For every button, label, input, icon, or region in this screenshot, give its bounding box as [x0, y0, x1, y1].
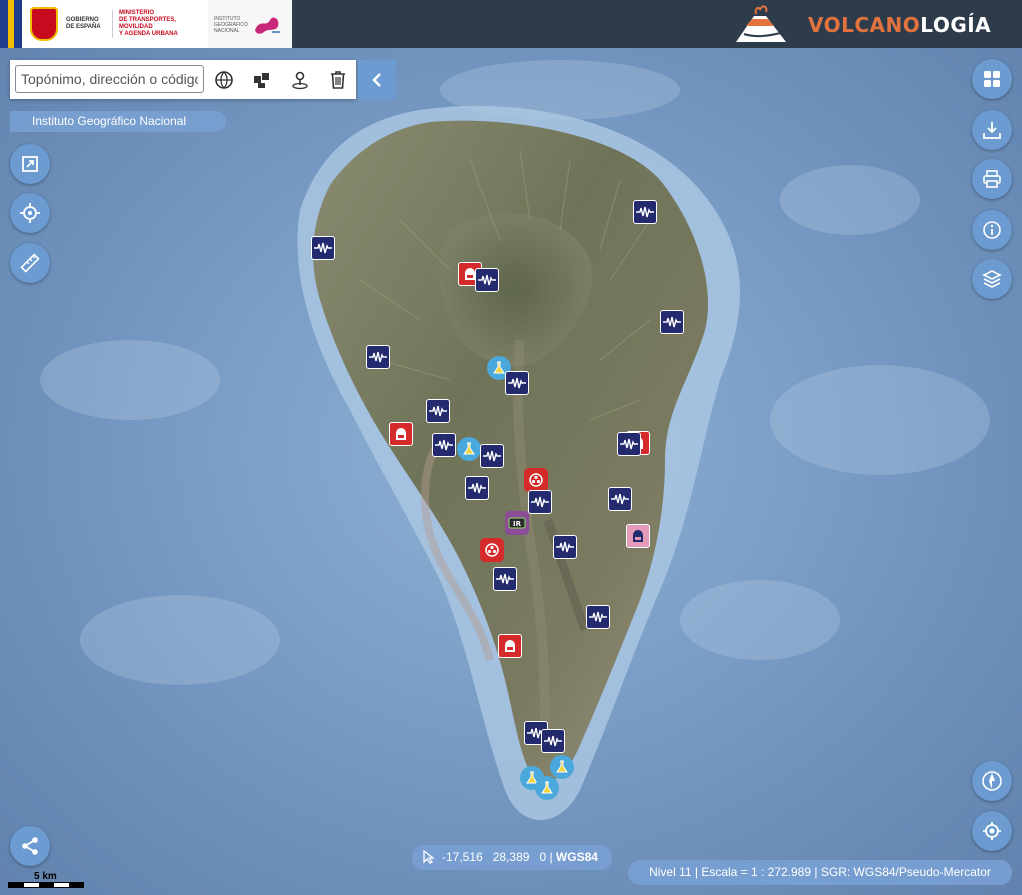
map-basemap[interactable]	[0, 0, 1022, 895]
map-view[interactable]: IR	[0, 0, 1022, 895]
header-bar: GOBIERNO DE ESPAÑA MINISTERIO DE TRANSPO…	[0, 0, 1022, 48]
print-button[interactable]	[972, 159, 1012, 199]
gas-station-marker[interactable]	[524, 468, 548, 492]
svg-text:IR: IR	[513, 520, 522, 528]
share-icon	[22, 837, 38, 855]
info-icon	[983, 221, 1001, 239]
target-icon	[983, 822, 1001, 840]
cadastre-button[interactable]	[248, 66, 276, 94]
grid-icon	[984, 71, 1000, 87]
spain-coat-of-arms-icon	[30, 7, 58, 41]
longitude-value: -17,516	[442, 850, 483, 864]
seismic-station-marker[interactable]	[617, 432, 641, 456]
locate-icon	[20, 203, 40, 223]
info-button[interactable]	[972, 210, 1012, 250]
seismic-station-marker[interactable]	[493, 567, 517, 591]
layers-icon	[982, 270, 1002, 288]
lab-sample-marker[interactable]	[550, 755, 574, 779]
attribution-label: Instituto Geográfico Nacional	[10, 111, 226, 132]
gas-station-marker[interactable]	[480, 538, 504, 562]
gov-label: GOBIERNO DE ESPAÑA	[66, 17, 106, 31]
seismic-station-marker[interactable]	[432, 433, 456, 457]
lab-sample-marker[interactable]	[457, 437, 481, 461]
seismic-station-marker[interactable]	[633, 200, 657, 224]
geolocation-button[interactable]	[972, 811, 1012, 851]
srs-value: WGS84	[555, 850, 598, 864]
gps-station-marker[interactable]	[389, 422, 413, 446]
seismic-station-marker[interactable]	[465, 476, 489, 500]
volcano-logo-icon[interactable]	[730, 2, 790, 46]
latitude-value: 28,389	[492, 850, 530, 864]
search-panel	[10, 60, 356, 99]
gov-line-1: GOBIERNO	[66, 17, 99, 23]
fullscreen-icon	[22, 156, 38, 172]
eu-flag-icon	[0, 0, 22, 48]
app-title: VOLCANOLOGÍA	[808, 13, 991, 37]
seismic-station-marker[interactable]	[426, 399, 450, 423]
search-input[interactable]	[15, 65, 204, 93]
chevron-left-icon	[372, 72, 381, 87]
scale-bar-graphic	[8, 882, 84, 888]
seismic-station-marker[interactable]	[553, 535, 577, 559]
layers-button[interactable]	[972, 259, 1012, 299]
cadastre-icon	[254, 73, 269, 88]
seismic-station-marker[interactable]	[475, 268, 499, 292]
cursor-coordinates: -17,516 28,389 0 | WGS84	[412, 845, 612, 870]
scale-info: Nivel 11 | Escala = 1 : 272.989 | SGR: W…	[628, 860, 1012, 885]
download-button[interactable]	[972, 110, 1012, 150]
seismic-station-marker[interactable]	[366, 345, 390, 369]
ir-camera-marker[interactable]: IR	[505, 511, 529, 535]
locate-button[interactable]	[10, 193, 50, 233]
tools-menu-button[interactable]	[972, 59, 1012, 99]
clear-button[interactable]	[324, 66, 352, 94]
ign-line-3: NACIONAL	[214, 28, 240, 34]
gps-station-marker[interactable]	[626, 524, 650, 548]
ministry-line-3: Y AGENDA URBANA	[119, 31, 178, 37]
seismic-station-marker[interactable]	[311, 236, 335, 260]
seismic-station-marker[interactable]	[528, 490, 552, 514]
scale-bar: 5 km	[8, 871, 84, 889]
cursor-icon	[423, 850, 435, 864]
seismic-station-marker[interactable]	[505, 371, 529, 395]
download-icon	[983, 122, 1001, 139]
seismic-station-marker[interactable]	[608, 487, 632, 511]
compass-button[interactable]	[972, 761, 1012, 801]
pin-icon	[292, 71, 308, 90]
ministry-line-1: MINISTERIO	[119, 10, 155, 16]
measure-icon	[20, 253, 40, 273]
ign-label: INSTITUTO GEOGRÁFICO NACIONAL	[214, 16, 252, 34]
collapse-panel-button[interactable]	[358, 60, 396, 99]
ign-mark-icon	[255, 17, 280, 34]
seismic-station-marker[interactable]	[586, 605, 610, 629]
gov-line-2: DE ESPAÑA	[66, 24, 101, 30]
ign-logo[interactable]: INSTITUTO GEOGRÁFICO NACIONAL	[208, 0, 292, 48]
globe-button[interactable]	[210, 66, 238, 94]
location-pin-button[interactable]	[286, 66, 314, 94]
scale-bar-label: 5 km	[34, 871, 57, 882]
gps-station-marker[interactable]	[498, 634, 522, 658]
lab-sample-marker[interactable]	[535, 776, 559, 800]
fullscreen-button[interactable]	[10, 144, 50, 184]
seismic-station-marker[interactable]	[480, 444, 504, 468]
trash-icon	[331, 71, 345, 89]
seismic-station-marker[interactable]	[660, 310, 684, 334]
ministry-line-2: DE TRANSPORTES, MOVILIDAD	[119, 17, 177, 30]
print-icon	[983, 170, 1001, 188]
globe-icon	[215, 71, 233, 89]
ministry-label: MINISTERIO DE TRANSPORTES, MOVILIDAD Y A…	[112, 10, 198, 38]
altitude-value: 0	[539, 850, 547, 864]
compass-icon	[982, 771, 1002, 791]
app-title-part-2: LOGÍA	[920, 13, 992, 37]
measure-button[interactable]	[10, 243, 50, 283]
seismic-station-marker[interactable]	[541, 729, 565, 753]
app-title-part-1: VOLCANO	[808, 13, 921, 37]
share-button[interactable]	[10, 826, 50, 866]
